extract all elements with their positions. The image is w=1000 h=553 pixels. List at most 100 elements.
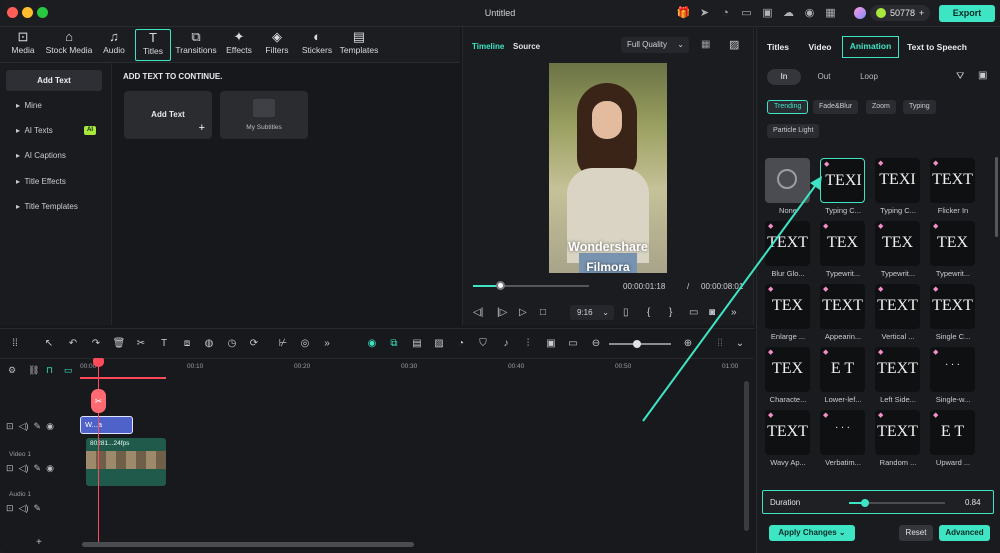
preset-tile[interactable]: ◆ TEXT	[765, 410, 810, 455]
preset-tile[interactable]: ◆ TEXI	[875, 158, 920, 203]
mark-out-icon[interactable]: }	[669, 306, 672, 320]
sidebar-item-ai-captions[interactable]: ▸ AI Captions	[6, 145, 102, 166]
timeline-ruler[interactable]: 00:00 00:10 00:20 00:30 00:40 00:50 01:0…	[80, 359, 744, 381]
sidebar-item-mine[interactable]: ▸ Mine	[6, 95, 102, 116]
tab-media[interactable]: ⊡ Media	[6, 29, 40, 61]
add-text-card[interactable]: Add Text +	[124, 91, 212, 139]
chip-zoom[interactable]: Zoom	[866, 100, 896, 114]
playhead-handle[interactable]	[93, 358, 104, 367]
preset-tile[interactable]	[765, 158, 810, 203]
play-icon[interactable]: ▷	[519, 306, 527, 320]
eye-icon[interactable]: ◉	[46, 421, 54, 431]
delete-icon[interactable]: 🗑	[112, 337, 126, 351]
text-tool-icon[interactable]: T	[157, 337, 171, 351]
support-icon[interactable]: ◉	[802, 6, 817, 21]
sidebar-item-title-effects[interactable]: ▸ Title Effects	[6, 171, 102, 192]
preset-tile[interactable]: ◆ TEXT	[875, 347, 920, 392]
timeline-vscrollbar[interactable]	[744, 381, 749, 531]
link-icon[interactable]: ⛓	[28, 365, 39, 376]
preset-tile[interactable]: ◆ TEX	[930, 221, 975, 266]
sidebar-item-add-text[interactable]: Add Text	[6, 70, 102, 91]
preset-tile[interactable]: ◆ E T	[930, 410, 975, 455]
redo-icon[interactable]: ↷	[89, 337, 103, 351]
preset-tile[interactable]: ◆ E T	[820, 347, 865, 392]
fit-icon[interactable]: ▭	[566, 337, 580, 351]
layout-icon[interactable]: ⁞⁞	[8, 337, 22, 351]
my-subtitles-card[interactable]: My Subtitles	[220, 91, 308, 139]
subtab-out[interactable]: Out	[809, 69, 839, 85]
shield-icon[interactable]: ⛉	[476, 337, 490, 351]
lock-icon[interactable]: ⊡	[6, 463, 14, 473]
play-back-icon[interactable]: |▷	[497, 306, 507, 320]
duration-slider[interactable]	[849, 499, 945, 507]
render-icon[interactable]: ▤	[410, 337, 424, 351]
ai-copilot-icon[interactable]: ◉	[365, 337, 379, 351]
step-back-icon[interactable]: ◁|	[473, 306, 483, 320]
track-toggle-icon[interactable]: ▭	[64, 365, 73, 376]
playback-scrubber[interactable]	[473, 281, 589, 290]
camera-icon[interactable]: ◙	[709, 306, 715, 320]
edit-icon[interactable]: ✎	[34, 503, 42, 513]
send-icon[interactable]: ➤	[697, 6, 712, 21]
aspect-ratio-select[interactable]: 9:16 ⌄	[570, 305, 614, 320]
quality-select[interactable]: Full Quality ⌄	[621, 37, 689, 53]
tab-video[interactable]: Video	[803, 36, 837, 58]
preset-tile[interactable]: ◆ TEXT	[875, 284, 920, 329]
marker-icon[interactable]: ▯	[623, 306, 629, 320]
bookmark-icon[interactable]: ▣	[978, 70, 987, 81]
zoom-in-icon[interactable]: ⊕	[681, 337, 695, 351]
preset-tile[interactable]: ◆ TEX	[875, 221, 920, 266]
sidebar-item-title-templates[interactable]: ▸ Title Templates	[6, 196, 102, 217]
video-preview[interactable]: Wondershare Filmora	[549, 63, 667, 273]
tab-audio[interactable]: ♫ Audio	[100, 29, 128, 61]
mask-icon[interactable]: ◎	[298, 337, 312, 351]
sidebar-item-ai-texts[interactable]: ▸ AI Texts AI	[6, 120, 102, 141]
preset-tile[interactable]: ◆ · · ·	[820, 410, 865, 455]
tab-source[interactable]: Source	[513, 42, 540, 51]
select-tool-icon[interactable]: ↖	[42, 337, 56, 351]
preset-tile[interactable]: ◆ TEXT	[875, 410, 920, 455]
mark-in-icon[interactable]: {	[647, 306, 650, 320]
chip-fade-blur[interactable]: Fade&Blur	[813, 100, 859, 114]
credits-button[interactable]: 50778 +	[870, 5, 931, 21]
preset-tile[interactable]: ◆ TEXT	[930, 284, 975, 329]
lock-icon[interactable]: ⊡	[6, 503, 14, 513]
edit-icon[interactable]: ✎	[34, 421, 42, 431]
mic-icon[interactable]: ♪	[499, 337, 513, 351]
split-icon[interactable]: ✂	[134, 337, 148, 351]
preset-tile[interactable]: ◆ · · ·	[930, 347, 975, 392]
reset-button[interactable]: Reset	[899, 525, 933, 541]
tab-stock-media[interactable]: ⌂ Stock Media	[44, 29, 94, 61]
snapshot-icon[interactable]: ▨	[729, 38, 739, 51]
image-icon[interactable]: ▨	[432, 337, 446, 351]
add-track-icon[interactable]: +	[36, 537, 42, 548]
scrubber-handle[interactable]	[495, 281, 505, 290]
tab-transitions[interactable]: ⧉ Transitions	[174, 29, 218, 61]
tips-icon[interactable]: ◔	[718, 6, 733, 21]
edit-icon[interactable]: ✎	[34, 463, 42, 473]
volume-icon[interactable]: ◁)	[19, 463, 29, 473]
tab-titles-props[interactable]: Titles	[761, 36, 795, 58]
save-icon[interactable]: ▣	[760, 6, 775, 21]
preset-tile[interactable]: ◆ TEX	[765, 347, 810, 392]
ai-tool-icon[interactable]: ⟳	[247, 337, 261, 351]
tab-timeline-player[interactable]: Timeline	[472, 42, 504, 51]
auto-sync-icon[interactable]: ⧉	[387, 337, 401, 351]
apply-changes-button[interactable]: Apply Changes ⌄	[769, 525, 855, 541]
zoom-handle[interactable]	[633, 340, 641, 348]
chip-typing[interactable]: Typing	[903, 100, 936, 114]
display-icon[interactable]: ▭	[689, 306, 698, 320]
undo-icon[interactable]: ↶	[66, 337, 80, 351]
monitor-icon[interactable]: ▭	[739, 6, 754, 21]
chip-trending[interactable]: Trending	[767, 100, 809, 114]
tab-effects[interactable]: ✦ Effects	[224, 29, 254, 61]
work-area-bar[interactable]	[80, 377, 166, 379]
subtab-loop[interactable]: Loop	[853, 69, 885, 85]
eye-icon[interactable]: ◉	[46, 463, 54, 473]
more-icon[interactable]: »	[731, 306, 737, 320]
timeline-scrollbar[interactable]	[82, 542, 414, 547]
snapshot-tool-icon[interactable]: ▣	[544, 337, 558, 351]
speed-icon[interactable]: ◷	[225, 337, 239, 351]
chip-particle-light[interactable]: Particle Light	[767, 124, 820, 138]
settings-icon[interactable]: ⚙	[8, 365, 16, 376]
